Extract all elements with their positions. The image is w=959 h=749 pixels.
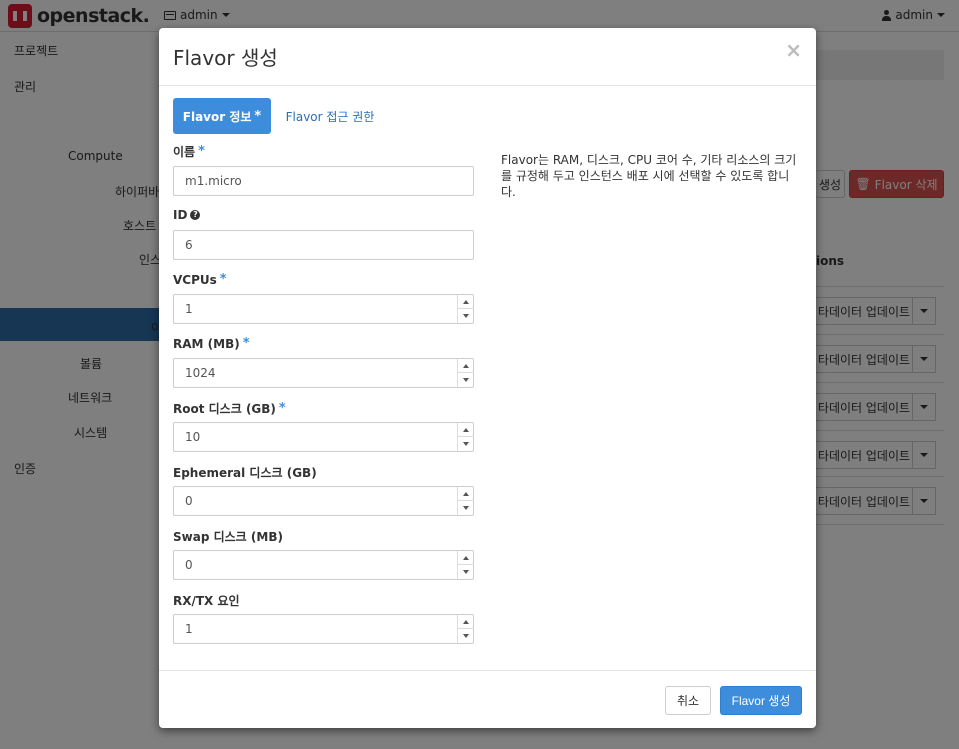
root-disk-label: Root 디스크 (GB) * <box>173 400 286 417</box>
vcpus-input[interactable]: 1 <box>173 294 474 324</box>
stepper-up-button[interactable] <box>458 487 474 501</box>
stepper-up-button[interactable] <box>458 615 474 629</box>
name-input-value: m1.micro <box>185 174 242 188</box>
tab-flavor-access[interactable]: Flavor 접근 권한 <box>275 98 385 134</box>
ram-stepper <box>457 359 474 387</box>
chevron-up-icon <box>463 363 469 368</box>
chevron-up-icon <box>463 427 469 432</box>
modal-header: Flavor 생성 × <box>159 28 816 86</box>
modal-title: Flavor 생성 <box>173 46 278 70</box>
tab-flavor-access-label: Flavor 접근 권한 <box>285 109 375 124</box>
id-input-value: 6 <box>185 238 193 252</box>
root-disk-stepper <box>457 423 474 451</box>
ephemeral-disk-stepper <box>457 487 474 515</box>
rxtx-factor-label: RX/TX 요인 <box>173 592 240 609</box>
stepper-down-button[interactable] <box>458 629 474 643</box>
chevron-down-icon <box>463 378 469 382</box>
root-disk-input-value: 10 <box>185 430 201 444</box>
ram-label-text: RAM (MB) <box>173 336 240 351</box>
root-disk-label-text: Root 디스크 (GB) <box>173 402 276 416</box>
rxtx-factor-input-value: 1 <box>185 622 193 636</box>
chevron-down-icon <box>463 314 469 318</box>
chevron-up-icon <box>463 619 469 624</box>
id-label-text: ID <box>173 208 188 222</box>
chevron-up-icon <box>463 491 469 496</box>
swap-disk-stepper <box>457 551 474 579</box>
chevron-up-icon <box>463 555 469 560</box>
stepper-down-button[interactable] <box>458 309 474 323</box>
vcpus-input-value: 1 <box>185 302 193 316</box>
ephemeral-disk-input[interactable]: 0 <box>173 486 474 516</box>
name-input[interactable]: m1.micro <box>173 166 474 196</box>
create-flavor-submit-button[interactable]: Flavor 생성 <box>720 686 802 715</box>
chevron-down-icon <box>463 634 469 638</box>
ram-input-value: 1024 <box>185 366 216 380</box>
ram-label: RAM (MB) * <box>173 336 250 351</box>
required-asterisk-icon: * <box>198 144 205 159</box>
vcpus-stepper <box>457 295 474 323</box>
stepper-up-button[interactable] <box>458 295 474 309</box>
flavor-help-text: Flavor는 RAM, 디스크, CPU 코어 수, 기타 리소스의 크기를 … <box>501 153 797 199</box>
tab-flavor-info-label: Flavor 정보 <box>182 109 252 124</box>
name-label-text: 이름 <box>173 145 196 159</box>
stepper-up-button[interactable] <box>458 359 474 373</box>
tab-flavor-info[interactable]: Flavor 정보 * <box>173 98 271 134</box>
required-asterisk-icon: * <box>219 272 227 287</box>
required-asterisk-icon: * <box>242 336 250 351</box>
close-icon[interactable]: × <box>785 38 802 62</box>
required-asterisk-icon: * <box>254 108 262 124</box>
swap-disk-input[interactable]: 0 <box>173 550 474 580</box>
chevron-down-icon <box>463 570 469 574</box>
ephemeral-disk-label-text: Ephemeral 디스크 (GB) <box>173 466 317 480</box>
ram-input[interactable]: 1024 <box>173 358 474 388</box>
id-label: ID ? <box>173 208 201 222</box>
stepper-down-button[interactable] <box>458 437 474 451</box>
create-flavor-modal: Flavor 생성 × Flavor 정보 * Flavor 접근 권한 이름 … <box>159 28 816 728</box>
stepper-up-button[interactable] <box>458 551 474 565</box>
swap-disk-input-value: 0 <box>185 558 193 572</box>
root-disk-input[interactable]: 10 <box>173 422 474 452</box>
vcpus-label: VCPUs * <box>173 272 227 287</box>
name-label: 이름 * <box>173 143 205 160</box>
question-circle-icon[interactable]: ? <box>190 210 201 220</box>
swap-disk-label: Swap 디스크 (MB) <box>173 528 283 545</box>
chevron-down-icon <box>463 442 469 446</box>
cancel-button[interactable]: 취소 <box>665 686 711 715</box>
rxtx-factor-input[interactable]: 1 <box>173 614 474 644</box>
modal-footer: 취소 Flavor 생성 <box>159 670 816 728</box>
id-input[interactable]: 6 <box>173 230 474 260</box>
stepper-down-button[interactable] <box>458 373 474 387</box>
ephemeral-disk-input-value: 0 <box>185 494 193 508</box>
vcpus-label-text: VCPUs <box>173 272 217 287</box>
required-asterisk-icon: * <box>278 401 286 416</box>
rxtx-factor-stepper <box>457 615 474 643</box>
chevron-down-icon <box>463 506 469 510</box>
stepper-down-button[interactable] <box>458 501 474 515</box>
stepper-up-button[interactable] <box>458 423 474 437</box>
stepper-down-button[interactable] <box>458 565 474 579</box>
ephemeral-disk-label: Ephemeral 디스크 (GB) <box>173 464 317 481</box>
rxtx-factor-label-text: RX/TX 요인 <box>173 594 240 608</box>
chevron-up-icon <box>463 299 469 304</box>
swap-disk-label-text: Swap 디스크 (MB) <box>173 530 283 544</box>
